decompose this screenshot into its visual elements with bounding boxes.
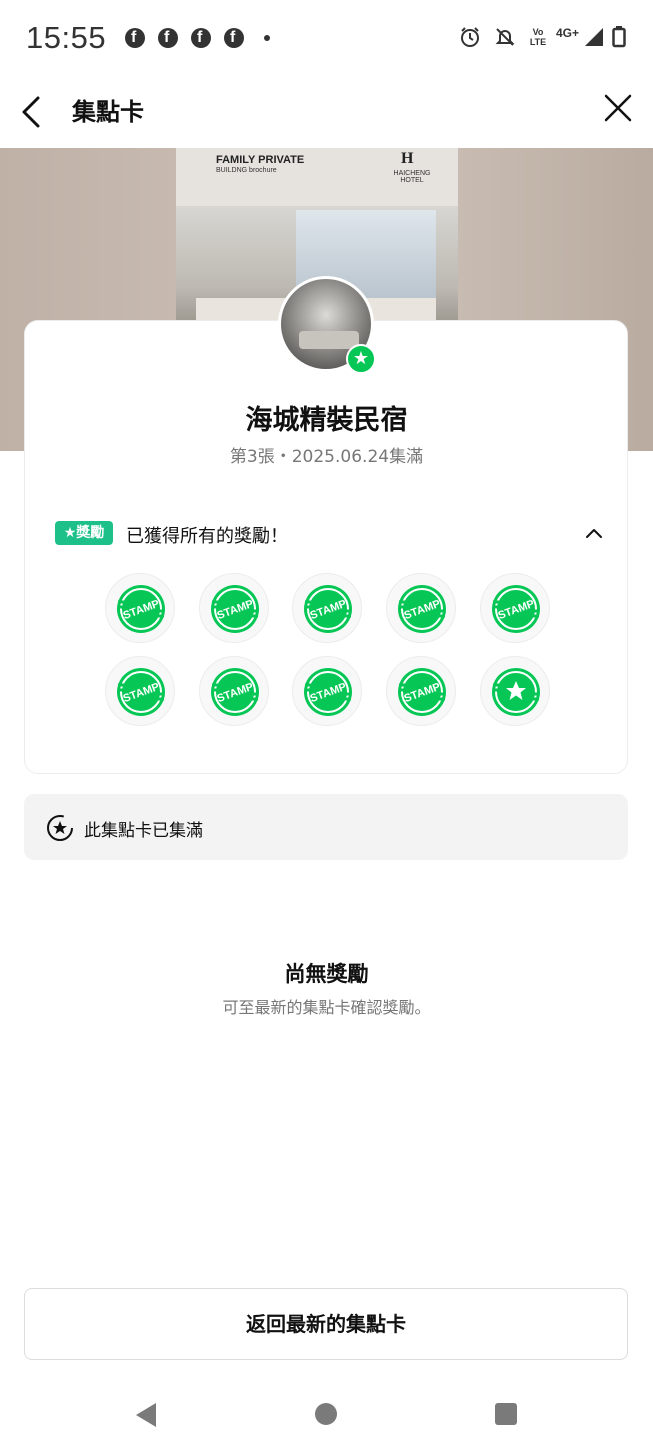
signal-icon	[585, 28, 603, 46]
stamp-icon: STAMP	[386, 656, 456, 726]
shop-name: 海城精裝民宿	[245, 405, 408, 436]
stamp-icon: STAMP	[105, 573, 175, 643]
close-button[interactable]	[600, 90, 636, 126]
final-stamp-icon	[480, 656, 550, 726]
alarm-icon	[461, 27, 479, 47]
card-full-text: 此集點卡已集滿	[84, 821, 203, 841]
system-nav-bar	[0, 1380, 653, 1451]
volte-label: Vo	[532, 27, 544, 37]
reward-tag: ★獎勵	[55, 521, 113, 545]
stamp-icon: STAMP	[386, 573, 456, 643]
back-to-latest-card-button[interactable]: 返回最新的集點卡	[24, 1288, 628, 1360]
facebook-icon	[125, 28, 145, 48]
facebook-icon	[158, 28, 178, 48]
stamp-icon: STAMP	[199, 656, 269, 726]
status-time: 15:55	[26, 20, 107, 55]
hotel-logo-text: HAICHENG HOTEL	[393, 170, 431, 184]
network-type: 4G+	[556, 26, 580, 40]
poster-subtitle: BUILDNG brochure	[216, 167, 277, 174]
facebook-icon	[191, 28, 211, 48]
stamp-icon: STAMP	[292, 656, 362, 726]
stamp-icon: STAMP	[480, 573, 550, 643]
nav-recents-icon[interactable]	[495, 1403, 517, 1425]
stamp-complete-icon	[47, 815, 73, 841]
poster-title: FAMILY PRIVATE	[216, 154, 305, 166]
more-notifications-icon	[264, 35, 270, 41]
empty-reward-subtitle: 可至最新的集點卡確認獎勵。	[222, 998, 431, 1017]
card-subtitle: 第3張・2025.06.24集滿	[229, 447, 424, 467]
facebook-icon	[224, 28, 244, 48]
back-button[interactable]	[14, 88, 54, 136]
app-header: 集點卡	[0, 76, 653, 148]
empty-reward-title: 尚無獎勵	[284, 962, 369, 986]
battery-icon	[612, 26, 626, 48]
hotel-logo-mark: H	[401, 150, 414, 167]
nav-back-icon[interactable]	[134, 1402, 158, 1428]
page-title: 集點卡	[72, 98, 144, 126]
card-full-notice: 此集點卡已集滿	[24, 794, 628, 860]
volte-icon: Vo LTE	[527, 27, 549, 47]
reward-status-text: 已獲得所有的獎勵！	[126, 526, 288, 547]
stamp-icon: STAMP	[105, 656, 175, 726]
nav-home-icon[interactable]	[315, 1403, 337, 1425]
mute-icon	[495, 28, 515, 46]
lte-label: LTE	[529, 37, 547, 47]
status-bar: 15:55 Vo LTE 4G+	[0, 0, 653, 76]
star-badge-icon: ★	[346, 344, 376, 374]
stamp-icon: STAMP	[292, 573, 362, 643]
chevron-up-icon[interactable]	[584, 524, 604, 544]
stamp-icon: STAMP	[199, 573, 269, 643]
